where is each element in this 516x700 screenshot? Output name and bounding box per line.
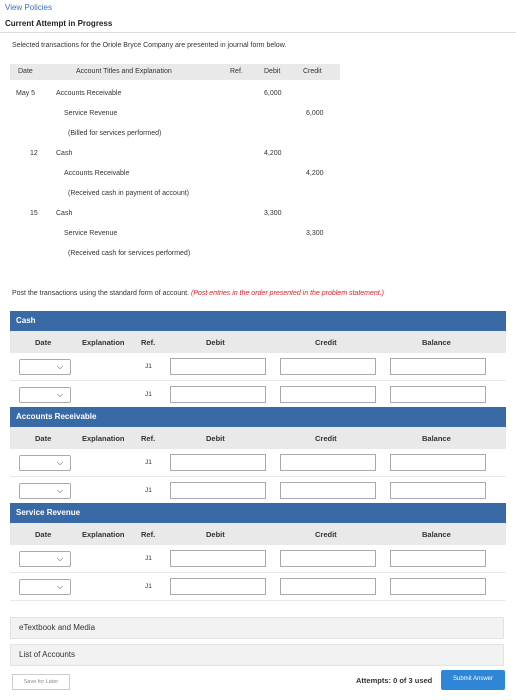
journal-account: Accounts Receivable <box>64 170 130 177</box>
ledger-header-date: Date <box>35 338 52 347</box>
credit-input[interactable] <box>280 482 376 499</box>
journal-header-ref: Ref. <box>230 68 243 75</box>
journal-account: Service Revenue <box>64 230 118 237</box>
journal-debit: 3,300 <box>264 210 282 217</box>
balance-input[interactable] <box>390 386 486 403</box>
credit-input[interactable] <box>280 386 376 403</box>
chevron-down-icon: ⌵ <box>56 390 63 399</box>
journal-account: (Billed for services performed) <box>68 130 162 137</box>
balance-input[interactable] <box>390 550 486 567</box>
list-of-accounts-panel[interactable]: List of Accounts <box>10 644 504 666</box>
etextbook-panel[interactable]: eTextbook and Media <box>10 617 504 639</box>
credit-input[interactable] <box>280 358 376 375</box>
ref-value: J1 <box>145 391 152 398</box>
balance-input[interactable] <box>390 482 486 499</box>
journal-header: Date Account Titles and Explanation Ref.… <box>10 64 340 80</box>
debit-input[interactable] <box>170 482 266 499</box>
balance-input[interactable] <box>390 358 486 375</box>
date-select[interactable]: ⌵ <box>19 359 71 375</box>
journal-date: 12 <box>30 150 38 157</box>
ref-value: J1 <box>145 363 152 370</box>
problem-intro: Selected transactions for the Oriole Bry… <box>12 42 287 49</box>
journal-credit: 6,000 <box>306 110 324 117</box>
ref-value: J1 <box>145 487 152 494</box>
credit-input[interactable] <box>280 578 376 595</box>
ledger-header-date: Date <box>35 434 52 443</box>
date-select[interactable]: ⌵ <box>19 455 71 471</box>
save-for-later-button[interactable]: Save for Later <box>12 674 70 690</box>
ledger-column-header: Date Explanation Ref. Debit Credit Balance <box>10 331 506 353</box>
debit-input[interactable] <box>170 454 266 471</box>
date-select[interactable]: ⌵ <box>19 387 71 403</box>
journal-account: Service Revenue <box>64 110 118 117</box>
view-policies-link[interactable]: View Policies <box>5 3 52 12</box>
ledger-header-debit: Debit <box>206 338 225 347</box>
ledger-header-credit: Credit <box>315 338 337 347</box>
ledger-header-explanation: Explanation <box>82 434 125 443</box>
ref-value: J1 <box>145 555 152 562</box>
journal-account: Accounts Receivable <box>56 90 122 97</box>
divider <box>0 32 516 33</box>
ledger-header-credit: Credit <box>315 434 337 443</box>
journal-header-date: Date <box>18 68 33 75</box>
balance-input[interactable] <box>390 578 486 595</box>
journal-account: Cash <box>56 210 73 217</box>
ledger-header-date: Date <box>35 530 52 539</box>
chevron-down-icon: ⌵ <box>56 362 63 371</box>
chevron-down-icon: ⌵ <box>56 486 63 495</box>
debit-input[interactable] <box>170 358 266 375</box>
ledger-header-balance: Balance <box>422 434 451 443</box>
credit-input[interactable] <box>280 454 376 471</box>
journal-credit: 3,300 <box>306 230 324 237</box>
ledger-column-header: Date Explanation Ref. Debit Credit Balance <box>10 523 506 545</box>
instructions: Post the transactions using the standard… <box>12 290 384 297</box>
journal-header-credit: Credit <box>303 68 322 75</box>
debit-input[interactable] <box>170 550 266 567</box>
ledger-header-ref: Ref. <box>141 338 156 347</box>
ledger-header-debit: Debit <box>206 434 225 443</box>
ledger-header-credit: Credit <box>315 530 337 539</box>
journal-header-account: Account Titles and Explanation <box>76 68 172 75</box>
ledger-header-explanation: Explanation <box>82 530 125 539</box>
chevron-down-icon: ⌵ <box>56 582 63 591</box>
journal-date: May 5 <box>16 90 36 97</box>
attempts-counter: Attempts: 0 of 3 used <box>356 676 433 685</box>
chevron-down-icon: ⌵ <box>56 458 63 467</box>
journal-debit: 6,000 <box>264 90 282 97</box>
account-title-bar: Cash <box>10 311 506 331</box>
chevron-down-icon: ⌵ <box>56 554 63 563</box>
ref-value: J1 <box>145 583 152 590</box>
instructions-note: (Post entries in the order presented in … <box>191 290 384 297</box>
journal-header-debit: Debit <box>264 68 281 75</box>
credit-input[interactable] <box>280 550 376 567</box>
ledger-header-debit: Debit <box>206 530 225 539</box>
ledger-header-explanation: Explanation <box>82 338 125 347</box>
debit-input[interactable] <box>170 386 266 403</box>
submit-answer-button[interactable]: Submit Answer <box>441 670 505 690</box>
date-select[interactable]: ⌵ <box>19 483 71 499</box>
attempt-status: Current Attempt in Progress <box>5 19 113 28</box>
ledger-header-balance: Balance <box>422 530 451 539</box>
date-select[interactable]: ⌵ <box>19 579 71 595</box>
date-select[interactable]: ⌵ <box>19 551 71 567</box>
journal-date: 15 <box>30 210 38 217</box>
journal-account: (Received cash in payment of account) <box>68 190 190 197</box>
ledger-header-balance: Balance <box>422 338 451 347</box>
ledger-header-ref: Ref. <box>141 434 156 443</box>
journal-account: (Received cash for services performed) <box>68 250 191 257</box>
ref-value: J1 <box>145 459 152 466</box>
debit-input[interactable] <box>170 578 266 595</box>
journal-credit: 4,200 <box>306 170 324 177</box>
instructions-text: Post the transactions using the standard… <box>12 290 190 297</box>
account-title-bar: Accounts Receivable <box>10 407 506 427</box>
balance-input[interactable] <box>390 454 486 471</box>
journal-account: Cash <box>56 150 73 157</box>
account-title-bar: Service Revenue <box>10 503 506 523</box>
ledger-header-ref: Ref. <box>141 530 156 539</box>
journal-debit: 4,200 <box>264 150 282 157</box>
ledger-column-header: Date Explanation Ref. Debit Credit Balance <box>10 427 506 449</box>
